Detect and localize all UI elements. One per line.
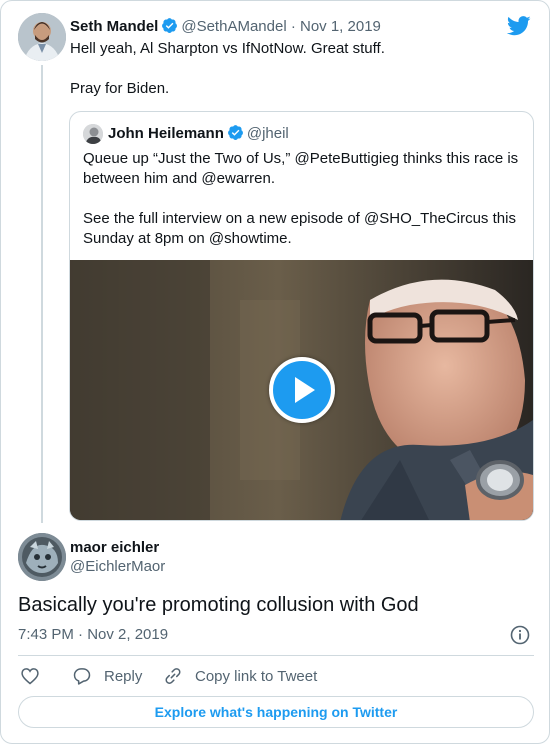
thread-line	[41, 65, 43, 523]
copy-link-label: Copy link to Tweet	[195, 667, 318, 685]
verified-badge-icon	[162, 18, 178, 33]
parent-tweet-line: Hell yeah, Al Sharpton vs IfNotNow. Grea…	[70, 40, 385, 57]
parent-tweet-header: Seth Mandel @SethAMandel · Nov 1, 2019	[70, 17, 381, 37]
reply-button[interactable]: Reply	[72, 665, 142, 687]
like-button[interactable]	[20, 665, 52, 687]
copy-link-button[interactable]: Copy link to Tweet	[163, 665, 317, 687]
maor-eichler-avatar[interactable]	[18, 533, 66, 581]
divider	[18, 655, 534, 656]
reply-bubble-icon	[73, 668, 91, 685]
quoted-author-handle: @jheil	[246, 125, 289, 142]
tweet-embed-card: Seth Mandel @SethAMandel · Nov 1, 2019 He…	[0, 0, 550, 744]
quoted-tweet-paragraph: Queue up “Just the Two of Us,” @PeteButt…	[83, 150, 519, 187]
separator-dot: ·	[290, 18, 296, 35]
explore-twitter-button[interactable]: Explore what's happening on Twitter	[18, 696, 534, 728]
reply-author-handle[interactable]: @EichlerMaor	[70, 557, 165, 577]
video-thumbnail[interactable]	[70, 260, 533, 520]
info-icon[interactable]	[510, 625, 530, 645]
parent-tweet-text: Hell yeah, Al Sharpton vs IfNotNow. Grea…	[70, 39, 530, 119]
reply-tweet-text: Basically you're promoting collusion wit…	[18, 594, 419, 616]
seth-mandel-avatar[interactable]	[18, 13, 66, 61]
reply-author-name[interactable]: maor eichler	[70, 538, 159, 558]
heart-icon	[21, 668, 39, 685]
play-icon	[295, 377, 315, 403]
quoted-tweet-text: Queue up “Just the Two of Us,” @PeteButt…	[83, 149, 523, 269]
verified-badge-icon	[227, 125, 243, 140]
reply-timestamp[interactable]: 7:43 PM · Nov 2, 2019	[18, 625, 168, 645]
parent-author-handle[interactable]: @SethAMandel	[181, 18, 286, 35]
quoted-tweet[interactable]: John Heilemann @jheil Queue up “Just the …	[69, 111, 534, 521]
twitter-bird-icon[interactable]	[507, 15, 531, 37]
reply-label: Reply	[104, 667, 143, 685]
parent-tweet-line: Pray for Biden.	[70, 80, 170, 97]
parent-author-name[interactable]: Seth Mandel	[70, 18, 158, 35]
john-heilemann-avatar	[83, 124, 103, 144]
play-button[interactable]	[269, 357, 335, 423]
quoted-author-name: John Heilemann	[108, 125, 224, 142]
quoted-tweet-paragraph: See the full interview on a new episode …	[83, 210, 516, 247]
quoted-tweet-header: John Heilemann @jheil	[108, 124, 289, 144]
parent-tweet-date[interactable]: Nov 1, 2019	[300, 18, 381, 35]
link-icon	[165, 668, 181, 684]
